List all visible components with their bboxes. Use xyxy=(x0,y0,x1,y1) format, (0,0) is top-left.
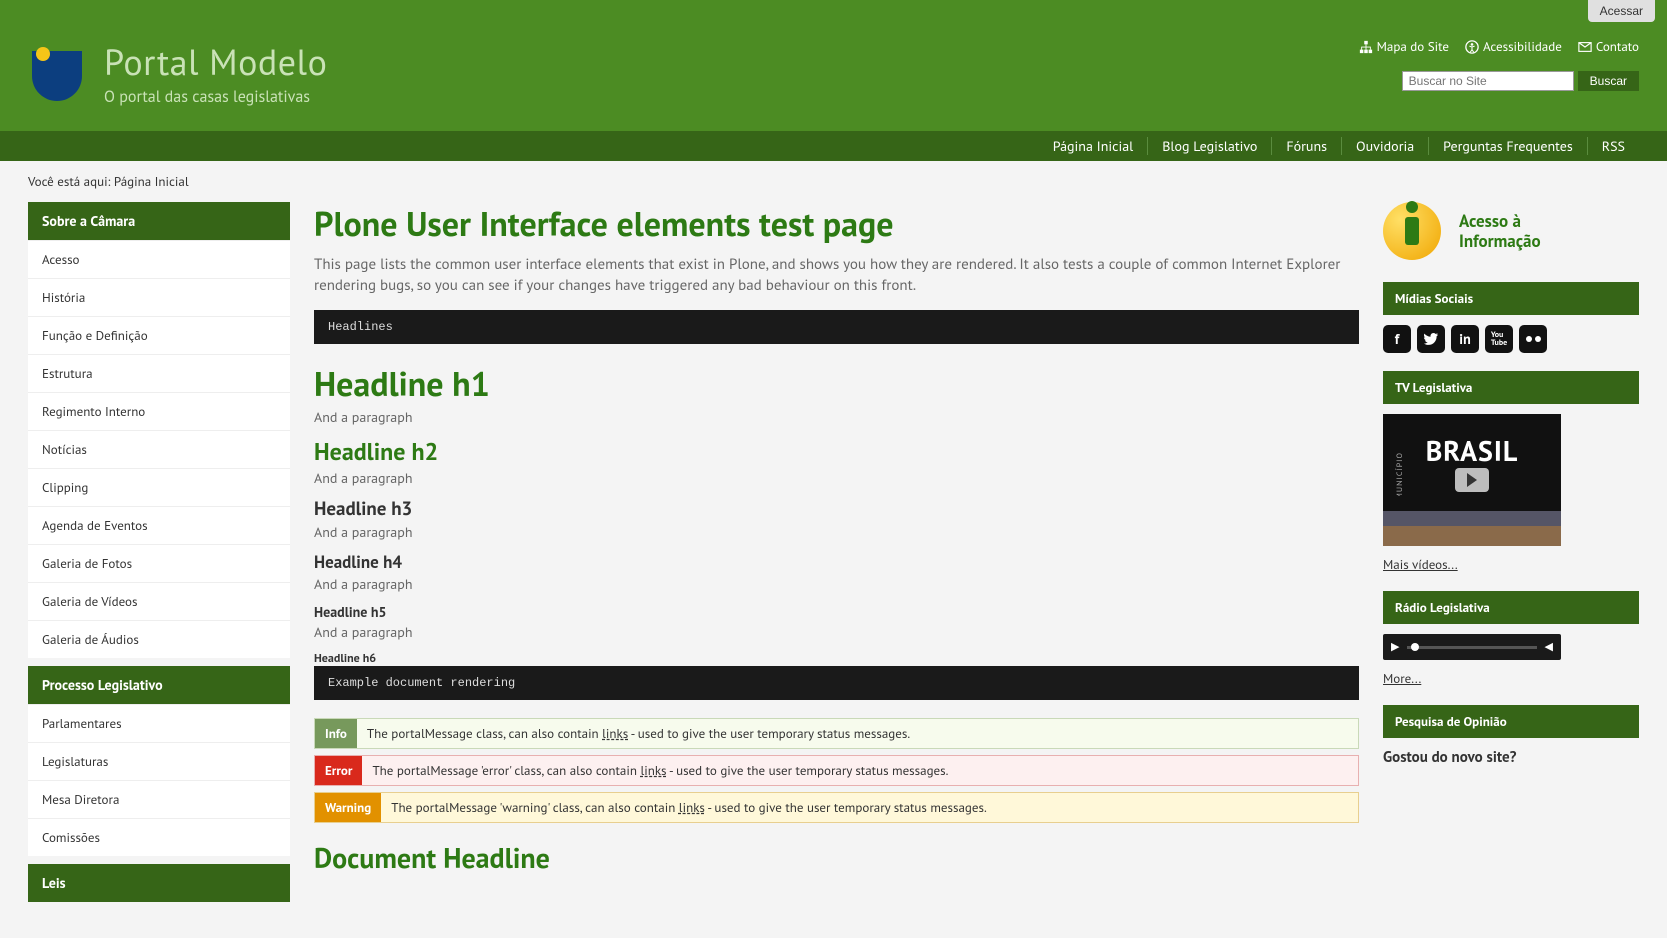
msg-label-error: Error xyxy=(315,756,362,785)
sidebar-item-fotos[interactable]: Galeria de Fotos xyxy=(28,544,290,582)
headline-h1: Headline h1 xyxy=(314,362,1359,406)
nav-rss[interactable]: RSS xyxy=(1588,137,1639,155)
headline-h3: Headline h3 xyxy=(314,497,1359,521)
volume-icon[interactable]: ◀ xyxy=(1545,640,1553,654)
youtube-icon[interactable]: YouTube xyxy=(1485,325,1513,353)
info-icon xyxy=(1383,202,1441,260)
breadcrumb-home[interactable]: Página Inicial xyxy=(114,173,189,190)
portal-message-warning: Warning The portalMessage 'warning' clas… xyxy=(314,792,1359,823)
nav-forums[interactable]: Fóruns xyxy=(1272,137,1342,155)
page-description: This page lists the common user interfac… xyxy=(314,254,1359,296)
msg-error-link[interactable]: links xyxy=(640,762,666,779)
site-title: Portal Modelo xyxy=(104,38,327,85)
site-header: Portal Modelo O portal das casas legisla… xyxy=(0,22,1667,131)
sidebar-item-audios[interactable]: Galeria de Áudios xyxy=(28,620,290,658)
main-nav: Página Inicial Blog Legislativo Fóruns O… xyxy=(0,131,1667,161)
sidebar-item-videos[interactable]: Galeria de Vídeos xyxy=(28,582,290,620)
headline-h5: Headline h5 xyxy=(314,603,1359,621)
tv-video-thumbnail[interactable]: MUNICÍPIO BRASIL xyxy=(1383,414,1561,546)
sidebar-item-mesa[interactable]: Mesa Diretora xyxy=(28,780,290,818)
social-portlet-header: Mídias Sociais xyxy=(1383,282,1639,315)
site-subtitle: O portal das casas legislativas xyxy=(104,87,327,107)
paragraph: And a paragraph xyxy=(314,469,1359,487)
poll-question: Gostou do novo site? xyxy=(1383,748,1639,767)
sidebar-item-estrutura[interactable]: Estrutura xyxy=(28,354,290,392)
contact-link[interactable]: Contato xyxy=(1578,38,1639,55)
msg-label-warning: Warning xyxy=(315,793,381,822)
nav-ouvidoria[interactable]: Ouvidoria xyxy=(1342,137,1429,155)
page-title: Plone User Interface elements test page xyxy=(314,202,1359,246)
paragraph: And a paragraph xyxy=(314,623,1359,641)
sidebar-item-legislaturas[interactable]: Legislaturas xyxy=(28,742,290,780)
accessibility-link[interactable]: Acessibilidade xyxy=(1465,38,1562,55)
msg-info-link[interactable]: links xyxy=(602,725,628,742)
sidebar-item-noticias[interactable]: Notícias xyxy=(28,430,290,468)
more-videos-link[interactable]: Mais vídeos... xyxy=(1383,556,1639,573)
code-block-example: Example document rendering xyxy=(314,666,1359,700)
portal-message-error: Error The portalMessage 'error' class, c… xyxy=(314,755,1359,786)
headline-h4: Headline h4 xyxy=(314,551,1359,573)
twitter-icon[interactable] xyxy=(1417,325,1445,353)
main-content: Plone User Interface elements test page … xyxy=(314,202,1359,910)
paragraph: And a paragraph xyxy=(314,523,1359,541)
info-access-box[interactable]: Acesso à Informação xyxy=(1383,202,1639,260)
left-sidebar: Sobre a Câmara Acesso História Função e … xyxy=(28,202,290,910)
sidebar-item-parlamentares[interactable]: Parlamentares xyxy=(28,704,290,742)
msg-label-info: Info xyxy=(315,719,357,748)
breadcrumb: Você está aqui: Página Inicial xyxy=(0,161,1667,198)
headline-h2: Headline h2 xyxy=(314,436,1359,467)
code-block-headlines: Headlines xyxy=(314,310,1359,344)
sidebar-item-acesso[interactable]: Acesso xyxy=(28,240,290,278)
site-logo[interactable] xyxy=(28,41,86,105)
sidebar-item-funcao[interactable]: Função e Definição xyxy=(28,316,290,354)
paragraph: And a paragraph xyxy=(314,408,1359,426)
access-button[interactable]: Acessar xyxy=(1588,0,1655,22)
radio-portlet-header: Rádio Legislativa xyxy=(1383,591,1639,624)
play-icon xyxy=(1455,468,1489,492)
document-headline: Document Headline xyxy=(314,839,1359,876)
search-input[interactable] xyxy=(1402,71,1574,91)
sidebar-section-about[interactable]: Sobre a Câmara xyxy=(28,202,290,240)
sidebar-item-agenda[interactable]: Agenda de Eventos xyxy=(28,506,290,544)
sidebar-section-leis[interactable]: Leis xyxy=(28,864,290,902)
more-radio-link[interactable]: More... xyxy=(1383,670,1639,687)
search-button[interactable]: Buscar xyxy=(1578,71,1639,91)
nav-blog[interactable]: Blog Legislativo xyxy=(1148,137,1272,155)
sidebar-item-comissoes[interactable]: Comissões xyxy=(28,818,290,856)
facebook-icon[interactable]: f xyxy=(1383,325,1411,353)
nav-home[interactable]: Página Inicial xyxy=(1039,137,1148,155)
sitemap-link[interactable]: Mapa do Site xyxy=(1359,38,1449,55)
right-sidebar: Acesso à Informação Mídias Sociais f in … xyxy=(1383,202,1639,910)
audio-player[interactable]: ▶ ◀ xyxy=(1383,634,1561,660)
portal-message-info: Info The portalMessage class, can also c… xyxy=(314,718,1359,749)
headline-h6: Headline h6 xyxy=(314,651,1359,666)
paragraph: And a paragraph xyxy=(314,575,1359,593)
audio-progress[interactable] xyxy=(1407,646,1536,649)
flickr-icon[interactable] xyxy=(1519,325,1547,353)
poll-portlet-header: Pesquisa de Opinião xyxy=(1383,705,1639,738)
msg-warning-link[interactable]: links xyxy=(679,799,705,816)
tv-portlet-header: TV Legislativa xyxy=(1383,371,1639,404)
nav-faq[interactable]: Perguntas Frequentes xyxy=(1429,137,1588,155)
sidebar-item-regimento[interactable]: Regimento Interno xyxy=(28,392,290,430)
linkedin-icon[interactable]: in xyxy=(1451,325,1479,353)
play-icon[interactable]: ▶ xyxy=(1391,640,1399,654)
sidebar-item-clipping[interactable]: Clipping xyxy=(28,468,290,506)
sidebar-section-processo[interactable]: Processo Legislativo xyxy=(28,666,290,704)
sidebar-item-historia[interactable]: História xyxy=(28,278,290,316)
